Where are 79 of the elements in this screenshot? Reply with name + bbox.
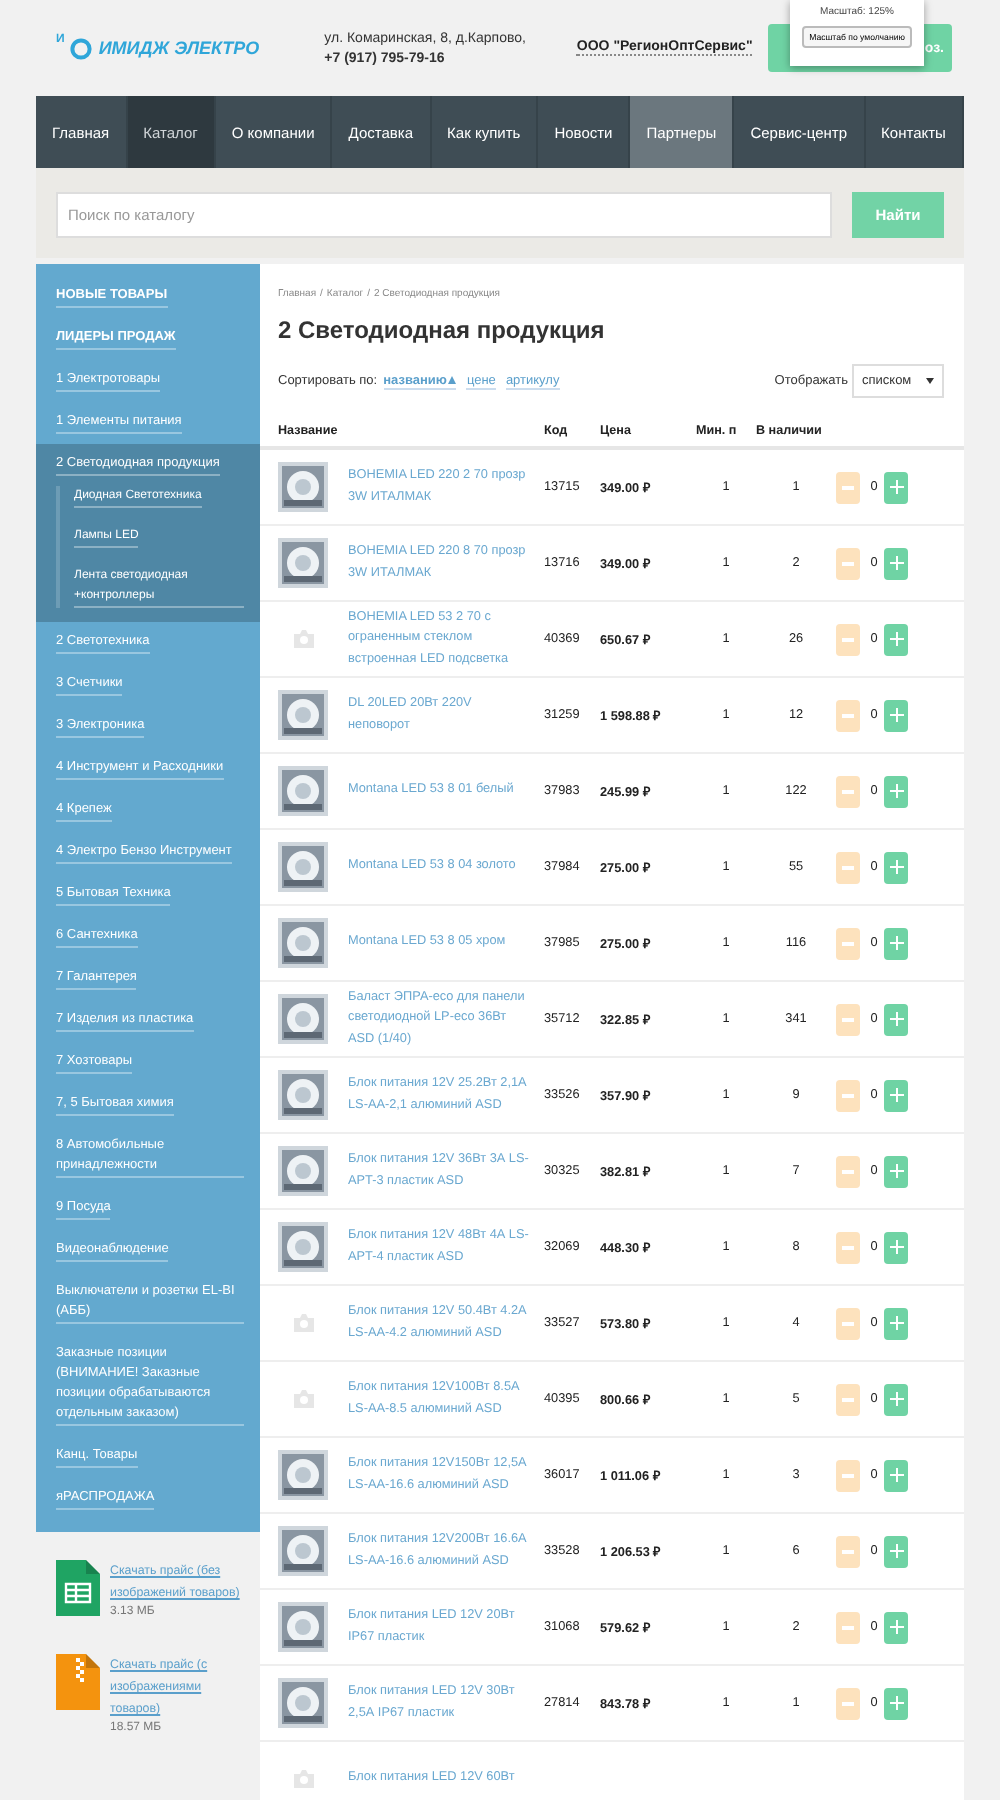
decrease-button[interactable] [836,1383,860,1415]
decrease-button[interactable] [836,1003,860,1035]
decrease-button[interactable] [836,699,860,731]
decrease-button[interactable] [836,1079,860,1111]
increase-button[interactable] [884,1079,908,1111]
archive-file-icon [56,1654,100,1710]
increase-button[interactable] [884,1155,908,1187]
page-title: 2 Светодиодная продукция [278,316,607,344]
decrease-button[interactable] [836,1155,860,1187]
camera-icon [294,630,314,648]
decrease-button[interactable] [836,1231,860,1263]
plus-icon [889,860,903,874]
plus-icon [889,1012,903,1026]
minus-icon [842,1549,854,1553]
increase-button[interactable] [884,1307,908,1339]
increase-button[interactable] [884,775,908,807]
minus-icon [842,713,854,717]
camera-icon [294,1390,314,1408]
increase-button[interactable] [884,851,908,883]
decrease-button[interactable] [836,1459,860,1491]
increase-button[interactable] [884,623,908,655]
plus-icon [889,1088,903,1102]
spreadsheet-file-icon [56,1560,100,1616]
camera-icon [294,1314,314,1332]
logo-text: ИМИДЖ ЭЛЕКТРО [98,38,260,58]
plus-icon [889,556,903,570]
plus-icon [889,1392,903,1406]
plus-icon [889,480,903,494]
minus-icon [842,561,854,565]
plus-icon [889,1240,903,1254]
decrease-button[interactable] [836,851,860,883]
minus-icon [842,1397,854,1401]
increase-button[interactable] [884,547,908,579]
camera-icon [294,1770,314,1788]
increase-button[interactable] [884,1459,908,1491]
logo-icon [70,37,93,59]
minus-icon [842,1093,854,1097]
plus-icon [889,708,903,722]
decrease-button[interactable] [836,775,860,807]
minus-icon [842,485,854,489]
increase-button[interactable] [884,699,908,731]
increase-button[interactable] [884,1383,908,1415]
minus-icon [842,1169,854,1173]
decrease-button[interactable] [836,1307,860,1339]
increase-button[interactable] [884,1611,908,1643]
plus-icon [889,1544,903,1558]
minus-icon [842,1625,854,1629]
decrease-button[interactable] [836,623,860,655]
plus-icon [889,1468,903,1482]
decrease-button[interactable] [836,1687,860,1719]
minus-icon [842,941,854,945]
minus-icon [842,789,854,793]
plus-icon [889,632,903,646]
plus-icon [889,1164,903,1178]
increase-button[interactable] [884,1535,908,1567]
plus-icon [889,1620,903,1634]
plus-icon [889,784,903,798]
decrease-button[interactable] [836,547,860,579]
plus-icon [889,1696,903,1710]
increase-button[interactable] [884,1231,908,1263]
minus-icon [842,865,854,869]
minus-icon [842,1245,854,1249]
increase-button[interactable] [884,1687,908,1719]
increase-button[interactable] [884,471,908,503]
minus-icon [842,637,854,641]
plus-icon [889,936,903,950]
minus-icon [842,1473,854,1477]
minus-icon [842,1017,854,1021]
minus-icon [842,1321,854,1325]
decrease-button[interactable] [836,1535,860,1567]
decrease-button[interactable] [836,927,860,959]
increase-button[interactable] [884,927,908,959]
minus-icon [842,1701,854,1705]
caret-icon [926,378,934,384]
increase-button[interactable] [884,1003,908,1035]
sort-arrow-icon [448,376,457,384]
plus-icon [889,1316,903,1330]
decrease-button[interactable] [836,471,860,503]
decrease-button[interactable] [836,1611,860,1643]
